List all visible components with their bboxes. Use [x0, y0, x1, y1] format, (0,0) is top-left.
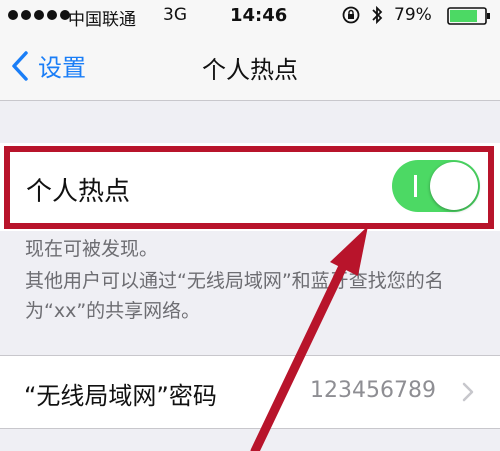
hotspot-settings-screen: 中国联通 3G 14:46 79% 设置 个人热点 个人热点 现在可被发现。 其… [0, 0, 500, 451]
rotation-lock-icon [342, 6, 360, 24]
bluetooth-icon [372, 5, 383, 25]
network-type: 3G [163, 5, 187, 25]
signal-strength-icon [8, 10, 70, 20]
wifi-password-row[interactable]: “无线局域网”密码 123456789 [0, 355, 500, 429]
battery-icon [447, 7, 490, 25]
wifi-password-value: 123456789 [310, 378, 436, 403]
navigation-bar: 设置 个人热点 [0, 32, 500, 101]
status-bar: 中国联通 3G 14:46 79% [0, 0, 500, 32]
highlight-frame [4, 146, 494, 229]
status-time: 14:46 [230, 5, 288, 26]
hotspot-description: 其他用户可以通过“无线局域网”和蓝牙查找您的名为“xx”的共享网络。 [25, 270, 444, 322]
discoverable-note: 现在可被发现。 [25, 238, 159, 260]
battery-percentage: 79% [394, 5, 432, 25]
page-title: 个人热点 [202, 56, 298, 84]
wifi-password-label: “无线局域网”密码 [24, 382, 217, 410]
chevron-right-icon [462, 382, 474, 402]
carrier-name: 中国联通 [68, 10, 136, 30]
